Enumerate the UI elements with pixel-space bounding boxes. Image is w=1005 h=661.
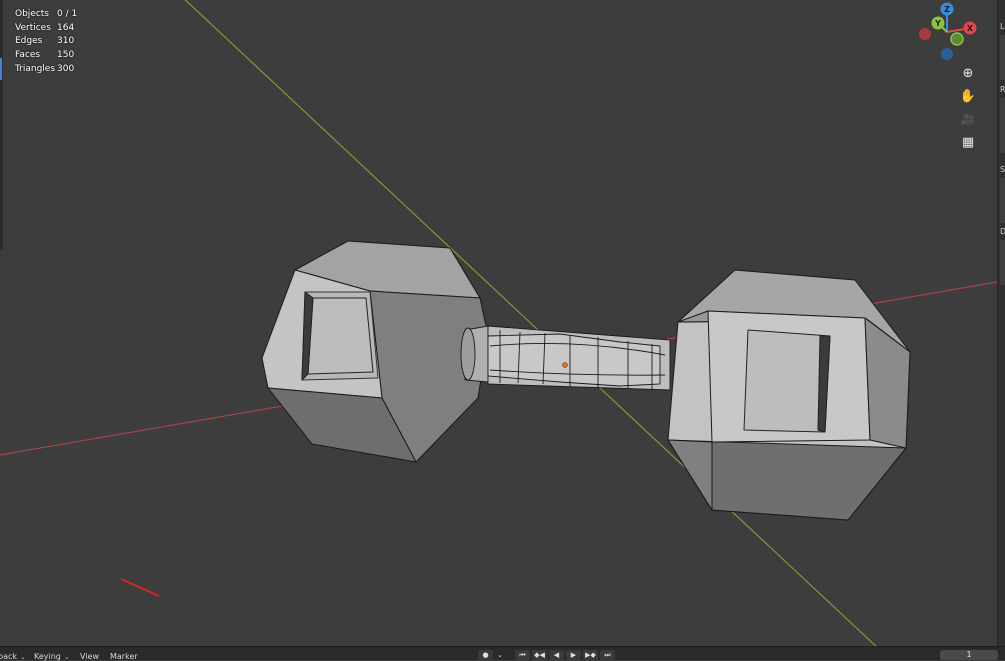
sidebar-tab-rotation[interactable]: Ro <box>1000 85 1005 94</box>
menu-view[interactable]: View <box>80 652 99 661</box>
gizmo-neg-y[interactable] <box>950 32 964 46</box>
timeline-header[interactable]: back ⌄ Keying ⌄ View Marker ● ⌄ ⏮ ◆◀ ◀ ▶ ▶… <box>0 646 1005 661</box>
gizmo-z-label: Z <box>944 5 950 14</box>
camera-view-icon[interactable]: 🎥 <box>957 109 979 129</box>
stat-objects: Objects 0 / 1 <box>15 9 78 19</box>
gizmo-neg-z[interactable] <box>941 48 953 60</box>
active-tool-indicator <box>0 58 2 80</box>
sidebar-dimension-fields[interactable] <box>1000 240 1005 285</box>
stat-vertices: Vertices 164 <box>15 22 75 33</box>
toolbar-strip[interactable] <box>0 0 3 250</box>
menu-keying[interactable]: Keying ⌄ <box>34 652 70 661</box>
3d-viewport[interactable]: Objects 0 / 1 Vertices 164 Edges 310 Faces 1… <box>0 0 997 646</box>
sidebar-tab-dimensions[interactable]: Di <box>1000 227 1005 236</box>
stat-faces: Faces 150 <box>15 50 75 61</box>
menu-playback[interactable]: back ⌄ <box>0 652 26 661</box>
navigation-gizmo[interactable]: Z X Y <box>913 0 983 64</box>
sidebar-tab-scale[interactable]: Sc <box>1000 165 1005 174</box>
sidebar-rotation-fields[interactable] <box>1000 98 1005 153</box>
light-indicator <box>120 578 160 597</box>
stat-triangles: Triangles 300 <box>15 63 75 74</box>
chevron-down-icon: ⌄ <box>63 652 70 661</box>
sidebar-location-fields[interactable] <box>1000 35 1005 80</box>
gizmo-y-label: Y <box>934 19 941 28</box>
gizmo-x-label: X <box>967 24 974 33</box>
dumbbell-handle[interactable] <box>460 325 671 391</box>
dumbbell-left-head[interactable] <box>261 240 489 463</box>
pan-hand-icon[interactable]: ✋ <box>957 86 979 106</box>
chevron-down-icon: ⌄ <box>20 652 26 661</box>
properties-sidebar[interactable]: Lo Ro Sc Di <box>997 0 1005 646</box>
scene-statistics-overlay: Objects 0 / 1 Vertices 164 Edges 310 Faces 1… <box>15 8 77 77</box>
menu-marker[interactable]: Marker <box>110 652 138 661</box>
stat-edges: Edges 310 <box>15 36 75 47</box>
object-origin-dot <box>562 362 568 368</box>
dumbbell-right-head[interactable] <box>667 269 911 521</box>
zoom-icon[interactable]: ⊕ <box>957 63 979 83</box>
gizmo-neg-x[interactable] <box>919 28 931 40</box>
viewport-scene[interactable] <box>0 0 997 646</box>
sidebar-scale-fields[interactable] <box>1000 178 1005 223</box>
ortho-grid-icon[interactable]: ▦ <box>957 132 979 152</box>
sidebar-tab-location[interactable]: Lo <box>1000 22 1005 31</box>
